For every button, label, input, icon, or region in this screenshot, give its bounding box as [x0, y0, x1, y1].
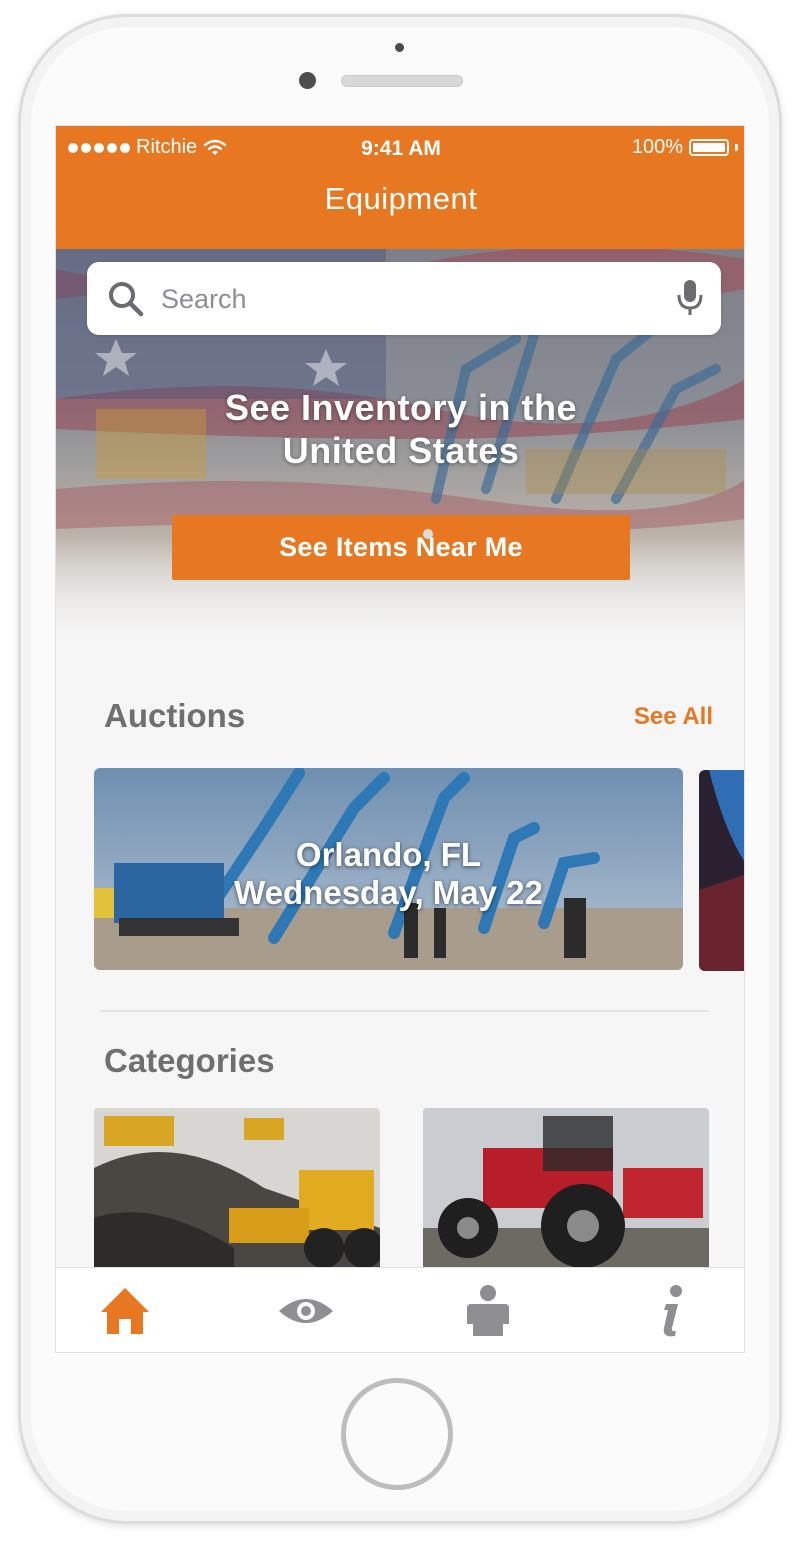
hero-heading-line-2: United States [282, 430, 520, 471]
status-bar: Ritchie 9:41 AM 100% [56, 134, 744, 168]
battery-indicator: 100% [632, 136, 738, 159]
search-icon [109, 282, 144, 317]
page-title: Equipment [324, 181, 478, 216]
carousel-page-indicator[interactable] [56, 529, 744, 539]
tab-home[interactable] [95, 1282, 155, 1340]
see-all-auctions-link[interactable]: See All [634, 703, 713, 731]
tab-info[interactable] [641, 1282, 701, 1340]
category-photo-loaders [94, 1108, 380, 1273]
search-input[interactable] [159, 278, 663, 320]
see-items-near-me-button[interactable]: See Items Near Me [172, 515, 630, 580]
eye-icon [279, 1299, 333, 1323]
category-photo-tractor [423, 1108, 709, 1273]
proximity-sensor [395, 43, 404, 52]
hero-banner[interactable]: See Inventory in the United States See I… [56, 249, 744, 651]
category-card-earthmoving[interactable] [94, 1108, 380, 1273]
auctions-section-title: Auctions [104, 697, 246, 734]
categories-section-title: Categories [104, 1042, 275, 1079]
home-button[interactable] [341, 1378, 453, 1490]
tab-watchlist[interactable] [276, 1282, 336, 1340]
microphone-icon[interactable] [675, 278, 705, 318]
battery-percent: 100% [631, 136, 683, 158]
page-dot[interactable] [369, 529, 379, 539]
app-header: Ritchie 9:41 AM 100% Equipment [56, 126, 744, 249]
hero-heading-line-1: See Inventory in the [224, 387, 578, 428]
category-card-agriculture[interactable] [423, 1108, 709, 1273]
earpiece-speaker [341, 75, 463, 87]
search-bar[interactable] [87, 262, 721, 335]
auction-card[interactable]: Orlando, FL Wednesday, May 22 [94, 768, 683, 970]
auction-card-next[interactable] [699, 770, 744, 971]
battery-icon [689, 139, 729, 156]
app-screen: Ritchie 9:41 AM 100% Equipment Search Se… [55, 125, 745, 1353]
front-camera [299, 72, 316, 89]
auction-details: Orlando, FL Wednesday, May 22 [94, 836, 683, 912]
auction-date: Wednesday, May 22 [234, 874, 543, 911]
person-icon [467, 1285, 509, 1336]
info-icon [663, 1285, 682, 1337]
section-divider [100, 1010, 709, 1012]
page-dot[interactable] [405, 529, 415, 539]
tab-account[interactable] [458, 1282, 518, 1340]
page-dot[interactable] [423, 529, 433, 539]
hero-heading: See Inventory in the United States [56, 386, 744, 472]
auction-photo [699, 770, 744, 971]
auction-location: Orlando, FL [295, 836, 482, 873]
page-dot[interactable] [387, 529, 397, 539]
home-icon [101, 1288, 149, 1334]
tab-bar [56, 1267, 744, 1352]
